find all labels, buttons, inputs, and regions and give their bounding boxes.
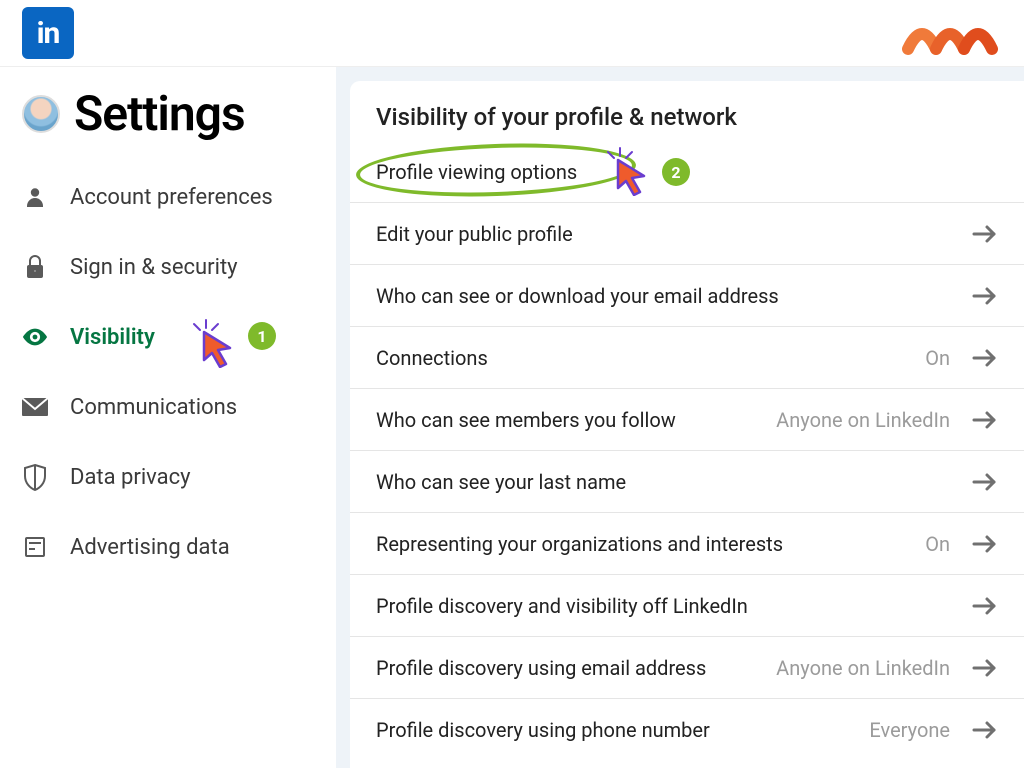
sidebar-item-label: Sign in & security — [70, 255, 238, 280]
row-value: Everyone — [869, 718, 950, 742]
row-profile-viewing-options[interactable]: Profile viewing options 2 — [350, 141, 1024, 203]
row-discovery-email[interactable]: Profile discovery using email address An… — [350, 637, 1024, 699]
logo-text: in — [37, 16, 60, 51]
cursor-annotation-2 — [604, 146, 650, 200]
row-edit-public-profile[interactable]: Edit your public profile — [350, 203, 1024, 265]
arrow-right-icon — [972, 286, 998, 306]
arrow-right-icon — [972, 224, 998, 244]
arrow-right-icon — [972, 534, 998, 554]
row-label: Connections — [376, 346, 488, 370]
sidebar-item-label: Data privacy — [70, 465, 191, 490]
person-icon — [22, 184, 48, 210]
sidebar-item-advertising-data[interactable]: Advertising data — [22, 512, 316, 582]
row-label: Profile discovery using phone number — [376, 718, 710, 742]
row-connections[interactable]: Connections On — [350, 327, 1024, 389]
sidebar-item-communications[interactable]: Communications — [22, 372, 316, 442]
row-discovery-off-linkedin[interactable]: Profile discovery and visibility off Lin… — [350, 575, 1024, 637]
arrow-right-icon — [972, 596, 998, 616]
row-value: On — [925, 346, 950, 370]
row-email-visibility[interactable]: Who can see or download your email addre… — [350, 265, 1024, 327]
row-label: Representing your organizations and inte… — [376, 532, 783, 556]
row-discovery-phone[interactable]: Profile discovery using phone number Eve… — [350, 699, 1024, 761]
step-badge-1: 1 — [248, 322, 276, 350]
sidebar-item-label: Account preferences — [70, 185, 273, 210]
sidebar-item-label: Communications — [70, 395, 237, 420]
row-value: Anyone on LinkedIn — [776, 408, 950, 432]
brand-stripes-icon — [902, 9, 1002, 57]
section-title: Visibility of your profile & network — [350, 103, 1024, 141]
main-area: Visibility of your profile & network Pro… — [336, 67, 1024, 768]
arrow-right-icon — [972, 410, 998, 430]
row-value: On — [925, 532, 950, 556]
sidebar-item-visibility[interactable]: Visibility 1 — [22, 302, 316, 372]
row-label: Who can see your last name — [376, 470, 626, 494]
row-label: Who can see or download your email addre… — [376, 284, 779, 308]
step-badge-2: 2 — [662, 158, 690, 186]
eye-icon — [22, 324, 48, 350]
shield-icon — [22, 464, 48, 490]
page-title: Settings — [74, 85, 245, 142]
arrow-right-icon — [972, 720, 998, 740]
sidebar-item-account-preferences[interactable]: Account preferences — [22, 162, 316, 232]
visibility-panel: Visibility of your profile & network Pro… — [350, 81, 1024, 768]
row-value: Anyone on LinkedIn — [776, 656, 950, 680]
avatar[interactable] — [22, 95, 60, 133]
settings-sidebar: Settings Account preferences Sign in & s… — [0, 67, 336, 768]
row-last-name[interactable]: Who can see your last name — [350, 451, 1024, 513]
row-label: Profile discovery and visibility off Lin… — [376, 594, 748, 618]
sidebar-item-label: Visibility — [70, 325, 155, 350]
arrow-right-icon — [972, 472, 998, 492]
linkedin-logo[interactable]: in — [22, 7, 74, 59]
row-organizations-interests[interactable]: Representing your organizations and inte… — [350, 513, 1024, 575]
row-label: Edit your public profile — [376, 222, 573, 246]
lock-icon — [22, 254, 48, 280]
arrow-right-icon — [972, 348, 998, 368]
cursor-annotation-1 — [190, 318, 236, 374]
arrow-right-icon — [972, 658, 998, 678]
row-label: Profile discovery using email address — [376, 656, 706, 680]
row-members-you-follow[interactable]: Who can see members you follow Anyone on… — [350, 389, 1024, 451]
row-label: Profile viewing options — [376, 160, 577, 184]
sidebar-item-sign-in-security[interactable]: Sign in & security — [22, 232, 316, 302]
row-label: Who can see members you follow — [376, 408, 676, 432]
envelope-icon — [22, 394, 48, 420]
top-bar: in — [0, 0, 1024, 67]
document-icon — [22, 534, 48, 560]
sidebar-item-data-privacy[interactable]: Data privacy — [22, 442, 316, 512]
sidebar-item-label: Advertising data — [70, 535, 230, 560]
